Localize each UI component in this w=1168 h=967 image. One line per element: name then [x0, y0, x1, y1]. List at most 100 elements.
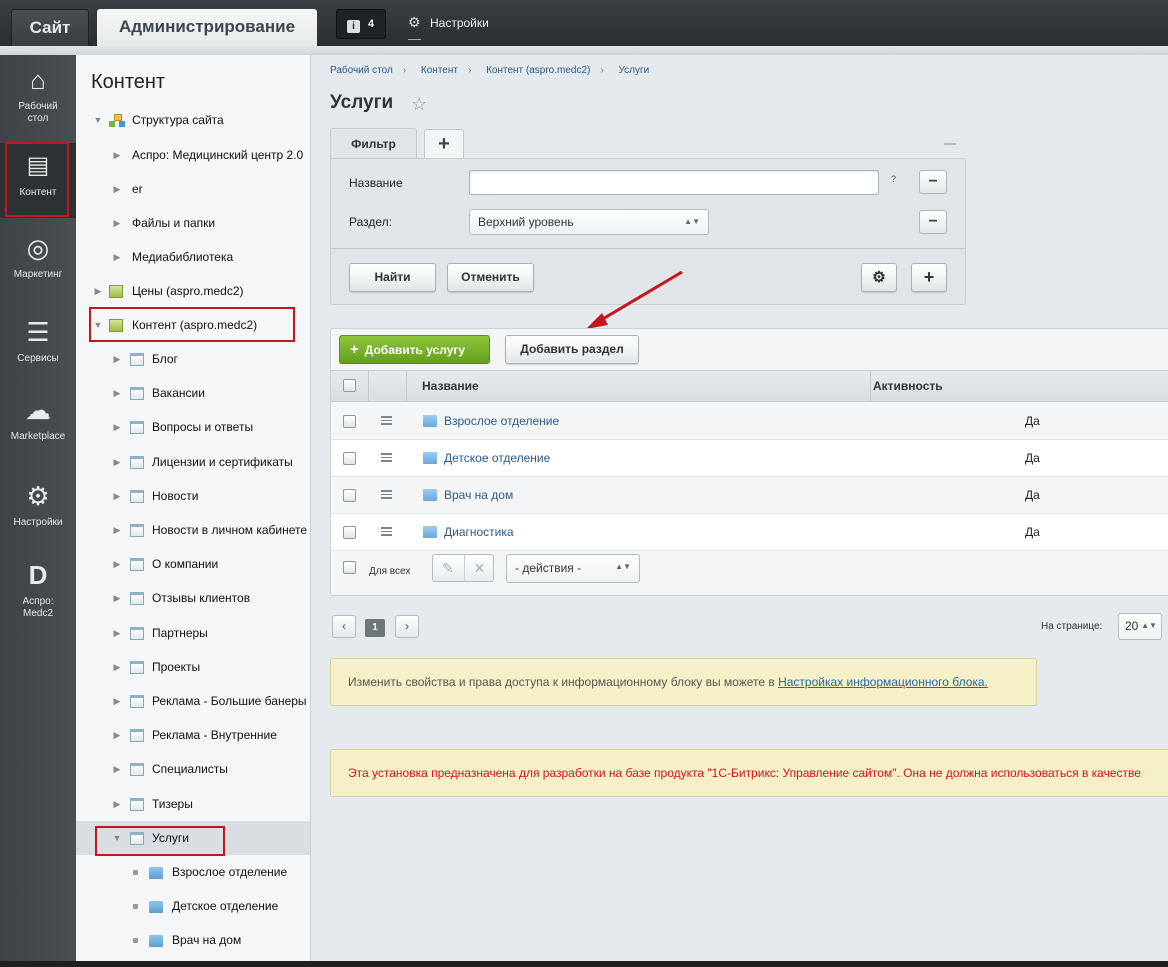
tree-item-about[interactable]: ▶ О компании: [76, 547, 310, 581]
row-menu-icon[interactable]: [381, 416, 392, 425]
collapsed-arrow-icon[interactable]: ▶: [112, 513, 122, 547]
table-row[interactable]: Врач на дом Да: [331, 477, 1168, 514]
tab-administration[interactable]: Администрирование: [97, 9, 317, 46]
notifications-button[interactable]: i4: [336, 9, 386, 39]
nav-item-content[interactable]: ▤ Контент: [0, 143, 76, 218]
tree-item-big-banners[interactable]: ▶ Реклама - Большие банеры: [76, 684, 310, 718]
tree-item-media[interactable]: ▶ Медиабиблиотека: [76, 240, 310, 274]
collapsed-arrow-icon[interactable]: ▶: [112, 684, 122, 718]
add-section-button[interactable]: Добавить раздел: [505, 335, 639, 364]
collapsed-arrow-icon[interactable]: ▶: [112, 376, 122, 410]
collapsed-arrow-icon[interactable]: ▶: [112, 718, 122, 752]
column-header-name[interactable]: Название: [407, 371, 871, 401]
row-checkbox[interactable]: [343, 415, 356, 428]
row-menu-icon[interactable]: [381, 490, 392, 499]
collapsed-arrow-icon[interactable]: ▶: [112, 206, 122, 240]
row-checkbox[interactable]: [343, 452, 356, 465]
nav-item-marketplace[interactable]: ☁ Marketplace: [0, 395, 76, 455]
edit-pencil-icon[interactable]: ✎: [433, 555, 463, 581]
table-row[interactable]: Детское отделение Да: [331, 440, 1168, 477]
tree-item-inner-banners[interactable]: ▶ Реклама - Внутренние: [76, 718, 310, 752]
row-name-link[interactable]: Врач на дом: [444, 477, 513, 514]
tree-item-site[interactable]: ▶ Аспро: Медицинский центр 2.0: [76, 138, 310, 172]
filter-tab[interactable]: Фильтр: [330, 128, 417, 158]
row-checkbox[interactable]: [343, 489, 356, 502]
collapsed-arrow-icon[interactable]: ▶: [112, 342, 122, 376]
filter-name-input[interactable]: [469, 170, 879, 195]
collapsed-arrow-icon[interactable]: ▶: [112, 547, 122, 581]
nav-item-desktop[interactable]: ⌂ Рабочий стол: [0, 65, 76, 135]
row-name-link[interactable]: Взрослое отделение: [444, 403, 559, 440]
tree-item-licenses[interactable]: ▶ Лицензии и сертификаты: [76, 445, 310, 479]
tree-item-content-medc2[interactable]: ▼ Контент (aspro.medc2): [76, 308, 310, 342]
collapsed-arrow-icon[interactable]: ▶: [112, 172, 122, 206]
per-page-select[interactable]: 20 ▲▼: [1118, 613, 1162, 640]
tree-item-news[interactable]: ▶ Новости: [76, 479, 310, 513]
filter-remove-section-button[interactable]: −: [919, 210, 947, 234]
filter-settings-button[interactable]: ⚙: [861, 263, 897, 292]
cancel-button[interactable]: Отменить: [447, 263, 534, 292]
tree-item-reviews[interactable]: ▶ Отзывы клиентов: [76, 581, 310, 615]
delete-x-icon[interactable]: ✕: [464, 555, 494, 581]
add-service-button[interactable]: + Добавить услугу: [339, 335, 490, 364]
breadcrumb-item[interactable]: Рабочий стол: [330, 65, 393, 76]
filter-collapse-button[interactable]: [944, 143, 956, 145]
tree-item-blog[interactable]: ▶ Блог: [76, 342, 310, 376]
row-menu-icon[interactable]: [381, 453, 392, 462]
pager-next-button[interactable]: ›: [395, 615, 419, 638]
tree-item-vacancies[interactable]: ▶ Вакансии: [76, 376, 310, 410]
tree-item-child-dept[interactable]: Детское отделение: [76, 889, 310, 923]
pager-prev-button[interactable]: ‹: [332, 615, 356, 638]
tree-item-specialists[interactable]: ▶ Специалисты: [76, 752, 310, 786]
tab-site[interactable]: Сайт: [11, 9, 89, 46]
favorite-star-icon[interactable]: ☆: [411, 94, 427, 115]
nav-item-services[interactable]: ☰ Сервисы: [0, 317, 76, 377]
tree-item-prices[interactable]: ▶ Цены (aspro.medc2): [76, 274, 310, 308]
expanded-arrow-icon[interactable]: ▼: [112, 821, 122, 855]
tree-item-services[interactable]: ▼ Услуги: [76, 821, 310, 855]
collapsed-arrow-icon[interactable]: ▶: [112, 445, 122, 479]
settings-link[interactable]: ⚙ Настройки: [408, 14, 489, 40]
row-name-link[interactable]: Диагностика: [444, 514, 514, 551]
expanded-arrow-icon[interactable]: ▼: [93, 308, 103, 342]
row-checkbox[interactable]: [343, 526, 356, 539]
tree-item-teasers[interactable]: ▶ Тизеры: [76, 787, 310, 821]
filter-section-select[interactable]: Верхний уровень ▲▼: [469, 209, 709, 235]
breadcrumb-item[interactable]: Услуги: [619, 65, 650, 76]
nav-item-marketing[interactable]: ◎ Маркетинг: [0, 233, 76, 293]
column-header-active[interactable]: Активность: [871, 371, 1168, 401]
tree-item-files[interactable]: ▶ Файлы и папки: [76, 206, 310, 240]
row-menu-icon[interactable]: [381, 527, 392, 536]
filter-remove-name-button[interactable]: −: [919, 170, 947, 194]
filter-add-field-button[interactable]: +: [911, 263, 947, 292]
collapsed-arrow-icon[interactable]: ▶: [112, 240, 122, 274]
collapsed-arrow-icon[interactable]: ▶: [112, 650, 122, 684]
tree-item-projects[interactable]: ▶ Проекты: [76, 650, 310, 684]
row-name-link[interactable]: Детское отделение: [444, 440, 550, 477]
tree-item-news-cabinet[interactable]: ▶ Новости в личном кабинете: [76, 513, 310, 547]
collapsed-arrow-icon[interactable]: ▶: [112, 616, 122, 650]
collapsed-arrow-icon[interactable]: ▶: [112, 410, 122, 444]
breadcrumb-item[interactable]: Контент: [421, 65, 458, 76]
tree-item-adult-dept[interactable]: Взрослое отделение: [76, 855, 310, 889]
collapsed-arrow-icon[interactable]: ▶: [93, 274, 103, 308]
for-all-checkbox[interactable]: [343, 561, 356, 574]
select-all-checkbox[interactable]: [343, 379, 356, 392]
filter-add-tab-button[interactable]: +: [424, 129, 464, 158]
nav-item-aspro[interactable]: D Аспро: Medc2: [0, 560, 76, 630]
expanded-arrow-icon[interactable]: ▼: [93, 103, 103, 137]
help-icon[interactable]: ?: [891, 174, 896, 184]
table-row[interactable]: Взрослое отделение Да: [331, 403, 1168, 440]
tree-item-faq[interactable]: ▶ Вопросы и ответы: [76, 410, 310, 444]
collapsed-arrow-icon[interactable]: ▶: [112, 581, 122, 615]
breadcrumb-item[interactable]: Контент (aspro.medc2): [486, 65, 590, 76]
tree-item-structure[interactable]: ▼ Структура сайта: [76, 103, 310, 137]
actions-select[interactable]: - действия - ▲▼: [506, 554, 640, 583]
collapsed-arrow-icon[interactable]: ▶: [112, 787, 122, 821]
tree-item-home-doctor[interactable]: Врач на дом: [76, 923, 310, 957]
find-button[interactable]: Найти: [349, 263, 436, 292]
collapsed-arrow-icon[interactable]: ▶: [112, 479, 122, 513]
tree-item-er[interactable]: ▶ er: [76, 172, 310, 206]
iblock-settings-link[interactable]: Настройках информационного блока.: [778, 675, 988, 689]
table-row[interactable]: Диагностика Да: [331, 514, 1168, 551]
